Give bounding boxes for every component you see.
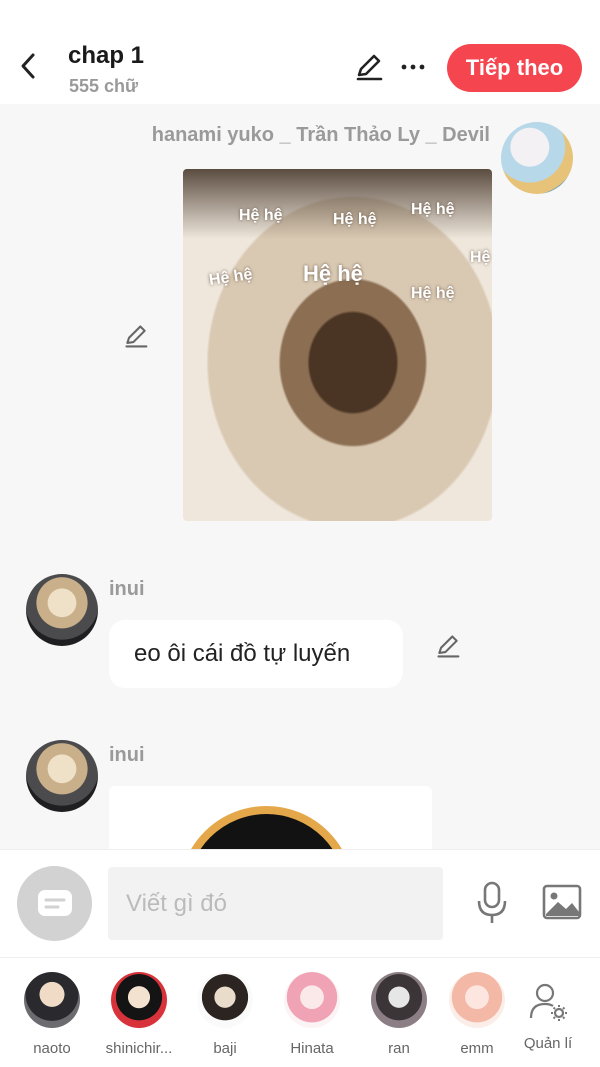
image-caption-word: Hệ hệ [411, 285, 455, 302]
image-message[interactable] [109, 786, 432, 849]
image-caption-word: Hệ hệ [239, 207, 283, 224]
chapter-title: chap 1 [68, 42, 145, 69]
input-bar [0, 849, 600, 957]
chat-area[interactable]: hanami yuko _ Trần Thảo Ly _ Devil Hệ hệ… [0, 104, 600, 849]
sender-name: inui [109, 744, 145, 766]
manage-characters-button[interactable]: Quản lí [518, 982, 578, 1052]
back-button[interactable] [14, 50, 42, 82]
image-caption-word: Hệ hệ [207, 266, 254, 289]
back-icon [21, 53, 35, 79]
character-name: Hinata [290, 1040, 334, 1057]
character-item[interactable]: shinichir... [96, 972, 182, 1057]
character-bar: naoto shinichir... baji Hinata ran emm Q… [0, 957, 600, 1067]
edit-message-button[interactable] [122, 322, 150, 350]
image-caption-word: Hệ [470, 249, 491, 266]
character-avatar [24, 972, 80, 1028]
character-avatar [449, 972, 505, 1028]
chat-story-screen: chap 1 555 chữ Tiếp theo hanami yuko _ T… [0, 0, 600, 1067]
character-item[interactable]: ran [356, 972, 442, 1057]
image-content [179, 806, 354, 849]
sender-name: hanami yuko _ Trần Thảo Ly _ Devil [151, 124, 490, 146]
character-item[interactable]: emm [446, 972, 508, 1057]
character-name: ran [388, 1040, 410, 1057]
image-caption-word: Hệ hệ [411, 201, 455, 218]
chat-mode-button[interactable] [17, 866, 92, 941]
text-message-bubble[interactable]: eo ôi cái đồ tự luyến [109, 620, 403, 688]
chat-bubble-icon [37, 889, 72, 916]
edit-message-button[interactable] [434, 632, 462, 660]
character-item[interactable]: Hinata [269, 972, 355, 1057]
avatar[interactable] [501, 122, 573, 194]
character-name: emm [460, 1040, 494, 1057]
image-message[interactable]: Hệ hệ Hệ hệ Hệ hệ Hệ hệ Hệ hệ Hệ hệ Hệ [183, 169, 492, 521]
sender-name: inui [109, 578, 145, 600]
character-item[interactable]: baji [182, 972, 268, 1057]
image-icon [542, 884, 582, 920]
character-name: naoto [33, 1040, 71, 1057]
character-avatar [197, 972, 253, 1028]
edit-icon [356, 54, 383, 81]
user-settings-icon [529, 983, 567, 1021]
image-caption-word: Hệ hệ [333, 211, 377, 228]
edit-button[interactable] [352, 50, 386, 84]
pencil-icon [437, 635, 460, 658]
manage-label: Quản lí [523, 1035, 573, 1052]
character-item[interactable]: naoto [9, 972, 95, 1057]
header: chap 1 555 chữ Tiếp theo [0, 0, 600, 104]
avatar[interactable] [26, 740, 98, 812]
message-input[interactable] [108, 867, 443, 940]
image-caption-word: Hệ hệ [303, 261, 363, 286]
add-image-button[interactable] [541, 883, 583, 921]
more-icon [401, 64, 425, 70]
avatar[interactable] [26, 574, 98, 646]
microphone-icon [477, 881, 507, 923]
character-name: shinichir... [105, 1040, 173, 1057]
character-name: baji [213, 1040, 237, 1057]
more-button[interactable] [398, 52, 428, 82]
pencil-icon [125, 325, 148, 348]
microphone-button[interactable] [473, 880, 511, 926]
character-avatar [284, 972, 340, 1028]
word-count: 555 chữ [69, 76, 139, 96]
character-avatar [111, 972, 167, 1028]
next-button[interactable]: Tiếp theo [447, 44, 582, 92]
character-avatar [371, 972, 427, 1028]
